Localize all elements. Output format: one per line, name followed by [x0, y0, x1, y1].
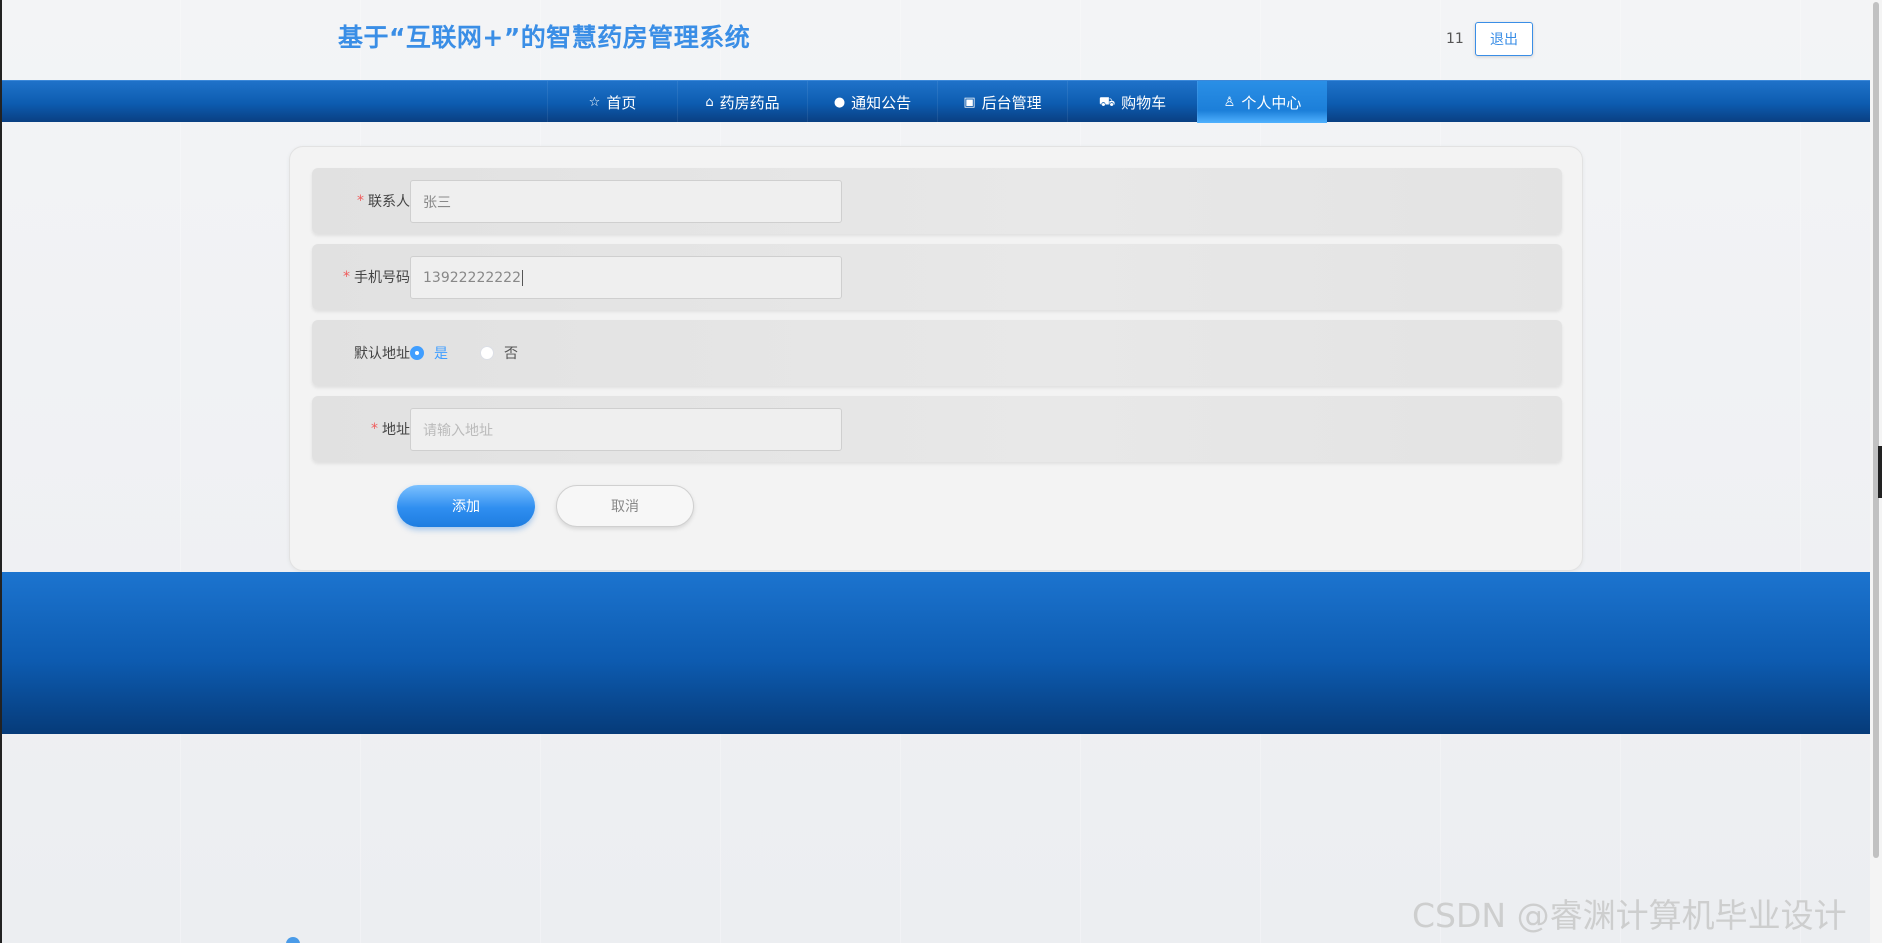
side-marker — [1878, 446, 1882, 498]
required-mark: * — [343, 269, 350, 285]
address-input[interactable]: 请输入地址 — [410, 408, 842, 451]
nav-item-label: 购物车 — [1121, 93, 1167, 112]
watermark: CSDN @睿渊计算机毕业设计 — [1412, 896, 1847, 935]
floating-dot — [286, 937, 300, 943]
radio-unchecked-icon — [480, 346, 494, 360]
nav-item-admin[interactable]: ▣ 后台管理 — [937, 81, 1067, 123]
nav-item-label: 首页 — [606, 93, 637, 112]
radio-no[interactable]: 否 — [480, 343, 518, 363]
phone-value: 13922222222 — [423, 269, 521, 286]
nav-item-cart[interactable]: ⛟ 购物车 — [1067, 81, 1197, 123]
star-icon: ☆ — [588, 94, 601, 110]
radio-yes[interactable]: 是 — [410, 343, 448, 363]
window-edge — [0, 0, 2, 943]
default-address-label: 默认地址 — [354, 346, 410, 362]
required-mark: * — [371, 421, 378, 437]
form-row-default-address: 默认地址 是 否 — [312, 320, 1562, 386]
nav-item-profile[interactable]: ♙ 个人中心 — [1197, 81, 1327, 123]
footer-band — [2, 572, 1870, 734]
box-icon: ▣ — [963, 94, 976, 110]
nav-item-medicines[interactable]: ⌂ 药房药品 — [677, 81, 807, 123]
address-label: * 地址 — [371, 421, 410, 438]
bag-icon: ⌂ — [705, 94, 714, 110]
required-mark: * — [357, 193, 364, 209]
add-button[interactable]: 添加 — [397, 485, 535, 527]
scrollbar-thumb[interactable] — [1873, 2, 1879, 858]
form-row-phone: * 手机号码 13922222222 — [312, 244, 1562, 310]
cancel-button[interactable]: 取消 — [556, 485, 694, 527]
nav-item-home[interactable]: ☆ 首页 — [547, 81, 677, 123]
phone-input[interactable]: 13922222222 — [410, 256, 842, 299]
contact-input[interactable]: 张三 — [410, 180, 842, 223]
nav-item-label: 后台管理 — [981, 93, 1042, 112]
default-address-radio-group: 是 否 — [410, 320, 550, 386]
user-icon: ♙ — [1223, 94, 1236, 110]
form-row-address: * 地址 请输入地址 — [312, 396, 1562, 462]
alert-icon: ● — [833, 94, 846, 110]
phone-label: * 手机号码 — [343, 269, 410, 286]
nav-item-label: 通知公告 — [851, 93, 912, 112]
main-nav: ☆ 首页 ⌂ 药房药品 ● 通知公告 ▣ 后台管理 ⛟ 购物车 ♙ 个人中心 — [2, 80, 1870, 123]
user-name: 11 — [1446, 31, 1464, 47]
address-form-card: * 联系人 张三 * 手机号码 13922222222 默认地址 是 否 * 地… — [289, 146, 1583, 571]
contact-label: * 联系人 — [357, 193, 410, 210]
form-row-contact: * 联系人 张三 — [312, 168, 1562, 234]
cart-icon: ⛟ — [1098, 94, 1116, 110]
nav-item-label: 药房药品 — [719, 93, 780, 112]
site-header: 基于“互联网+”的智慧药房管理系统 11 退出 — [0, 0, 1870, 80]
radio-checked-icon — [410, 346, 424, 360]
text-caret — [521, 269, 523, 286]
nav-item-notices[interactable]: ● 通知公告 — [807, 81, 937, 123]
nav-item-label: 个人中心 — [1241, 93, 1302, 112]
site-title: 基于“互联网+”的智慧药房管理系统 — [338, 23, 751, 52]
logout-button[interactable]: 退出 — [1475, 22, 1533, 56]
